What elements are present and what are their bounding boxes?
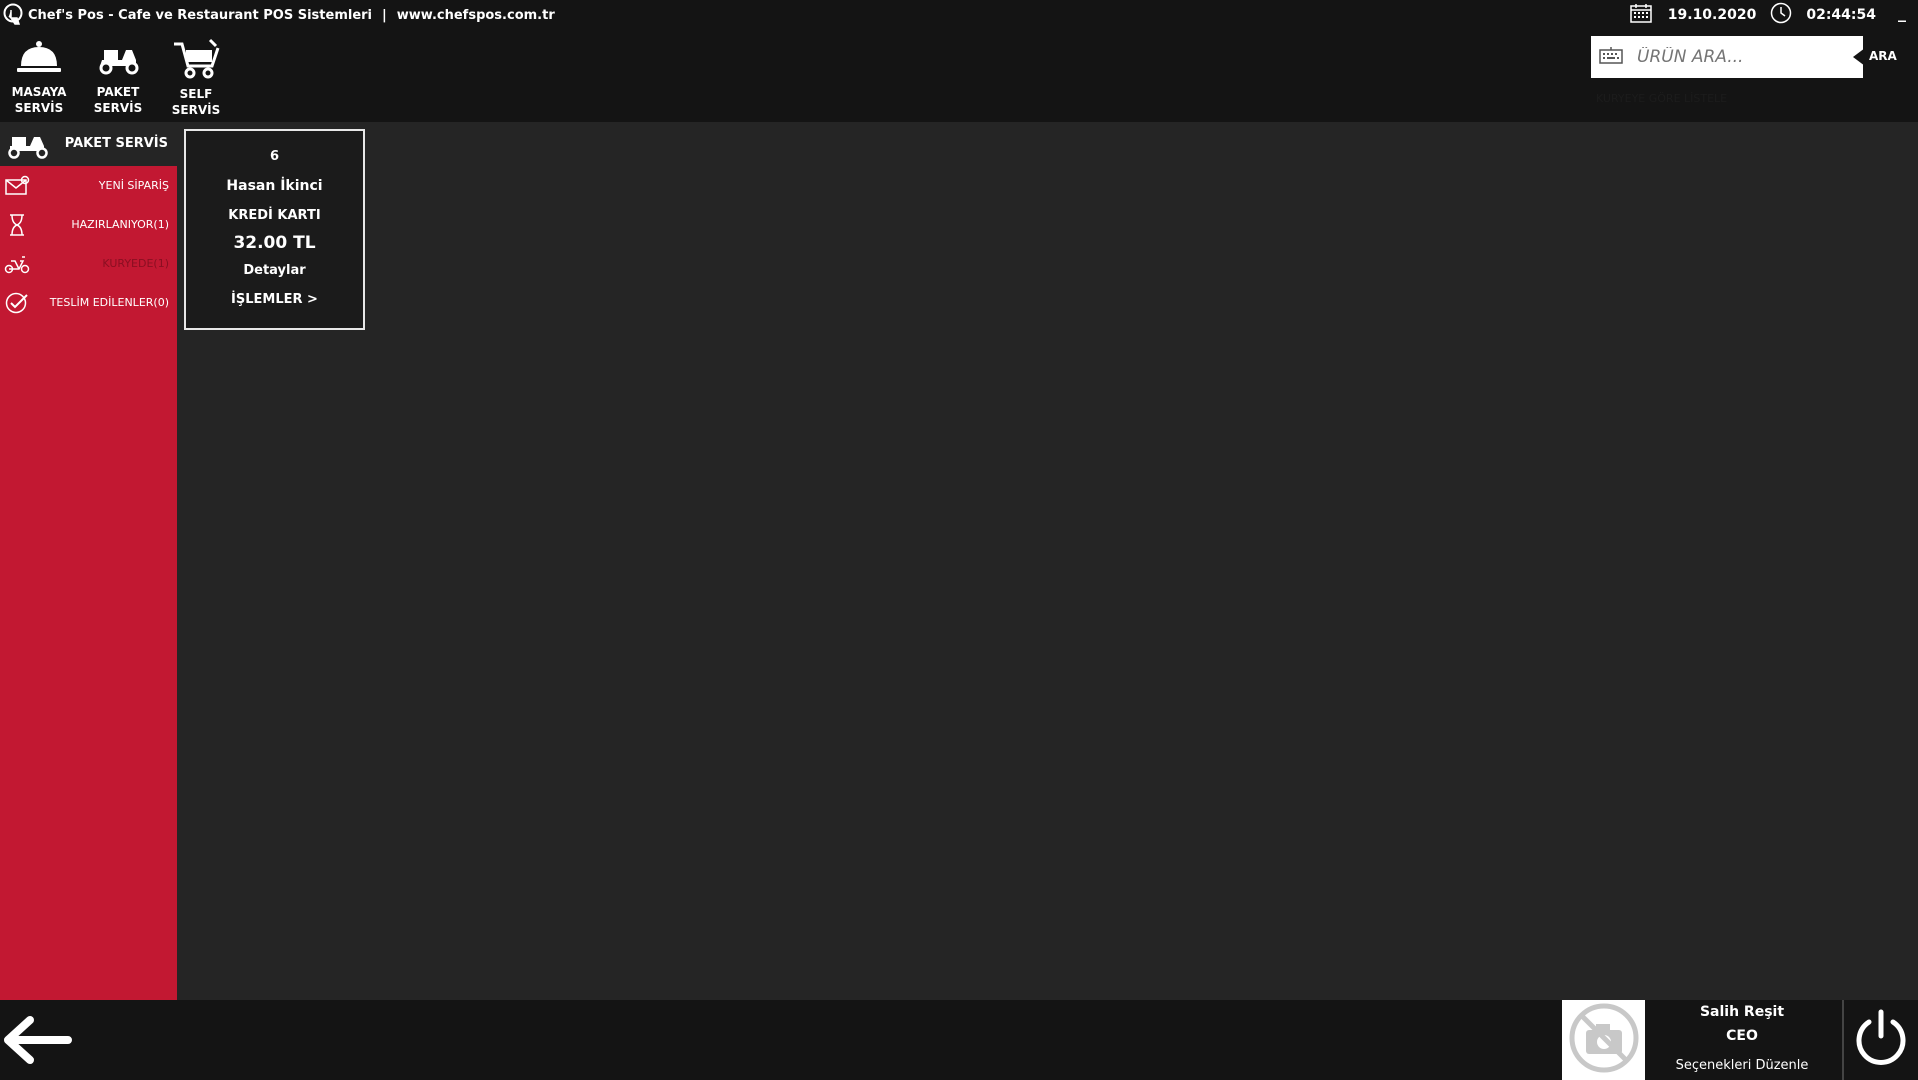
bottom-bar: Salih Reşit CEO Seçenekleri Düzenle [0, 1000, 1918, 1080]
envelope-icon [4, 174, 30, 200]
customer-name: Hasan İkinci [226, 178, 323, 194]
power-button[interactable] [1842, 1000, 1918, 1080]
check-circle-icon [4, 291, 30, 319]
package-service-button[interactable]: PAKET SERVİS [79, 38, 157, 116]
moped-icon [4, 252, 30, 278]
table-service-button[interactable]: MASAYA SERVİS [0, 38, 78, 116]
cloche-icon [15, 41, 63, 82]
order-details-link[interactable]: Detaylar [186, 263, 363, 278]
sidebar-item-label: TESLİM EDİLENLER(0) [49, 296, 169, 309]
order-amount: 32.00 TL [233, 233, 316, 253]
scooter-icon [4, 130, 52, 164]
user-name: Salih Reşit [1699, 1004, 1785, 1020]
search-button[interactable]: ARA [1869, 49, 1897, 63]
current-time: 02:44:54 [1806, 7, 1876, 23]
search-pointer [1853, 48, 1865, 66]
scooter-icon [94, 50, 142, 82]
product-search-box [1591, 36, 1863, 78]
power-icon [1851, 1008, 1911, 1072]
minimize-button[interactable]: _ [1898, 3, 1906, 22]
service-toolbar: MASAYA SERVİS PAKET SERVİS SELF SERVİS A… [0, 30, 1918, 122]
no-photo-icon [1568, 1002, 1640, 1078]
user-role: CEO [1726, 1028, 1758, 1044]
product-search-input[interactable] [1637, 47, 1837, 67]
list-by-courier-link[interactable]: KURYEYE GÖRE LİSTELE [1596, 92, 1727, 105]
clock-icon [1770, 2, 1792, 28]
order-card[interactable]: 6 Hasan İkinci KREDİ KARTI 32.00 TL Deta… [184, 129, 365, 330]
sidebar-title: PAKET SERVİS [64, 136, 168, 151]
sidebar-item-courier[interactable]: KURYEDE(1) [0, 244, 177, 283]
package-service-sidebar: PAKET SERVİS YENİ SİPARİŞ HAZIRLANIYOR(1… [0, 122, 177, 1000]
title-bar: Chef's Pos - Cafe ve Restaurant POS Sist… [0, 0, 1918, 30]
service-label: PAKET SERVİS [93, 85, 143, 115]
order-actions-link[interactable]: İŞLEMLER > [186, 292, 363, 307]
self-service-button[interactable]: SELF SERVİS [157, 38, 235, 118]
hourglass-icon [4, 213, 30, 241]
sidebar-header: PAKET SERVİS [0, 122, 177, 166]
sidebar-item-preparing[interactable]: HAZIRLANIYOR(1) [0, 205, 177, 244]
app-logo-icon [0, 2, 26, 28]
sidebar-item-label: HAZIRLANIYOR(1) [71, 218, 169, 231]
title-separator: | [382, 7, 387, 23]
edit-options-link[interactable]: Seçenekleri Düzenle [1650, 1058, 1834, 1073]
sidebar-item-new-order[interactable]: YENİ SİPARİŞ [0, 166, 177, 205]
sidebar-item-label: KURYEDE(1) [102, 257, 169, 270]
current-date: 19.10.2020 [1667, 7, 1757, 23]
service-label: SELF SERVİS [171, 87, 221, 117]
calendar-icon [1630, 3, 1652, 27]
app-title: Chef's Pos - Cafe ve Restaurant POS Sist… [28, 7, 373, 23]
back-arrow-icon[interactable] [4, 1012, 72, 1072]
sidebar-item-delivered[interactable]: TESLİM EDİLENLER(0) [0, 283, 177, 322]
avatar[interactable] [1562, 1000, 1645, 1080]
payment-method: KREDİ KARTI [228, 208, 321, 223]
keyboard-icon[interactable] [1599, 46, 1623, 68]
service-label: MASAYA SERVİS [11, 85, 67, 115]
order-number: 6 [269, 149, 280, 164]
shopping-cart-icon [172, 38, 220, 84]
sidebar-item-label: YENİ SİPARİŞ [98, 179, 169, 192]
website-label: www.chefspos.com.tr [396, 7, 555, 23]
